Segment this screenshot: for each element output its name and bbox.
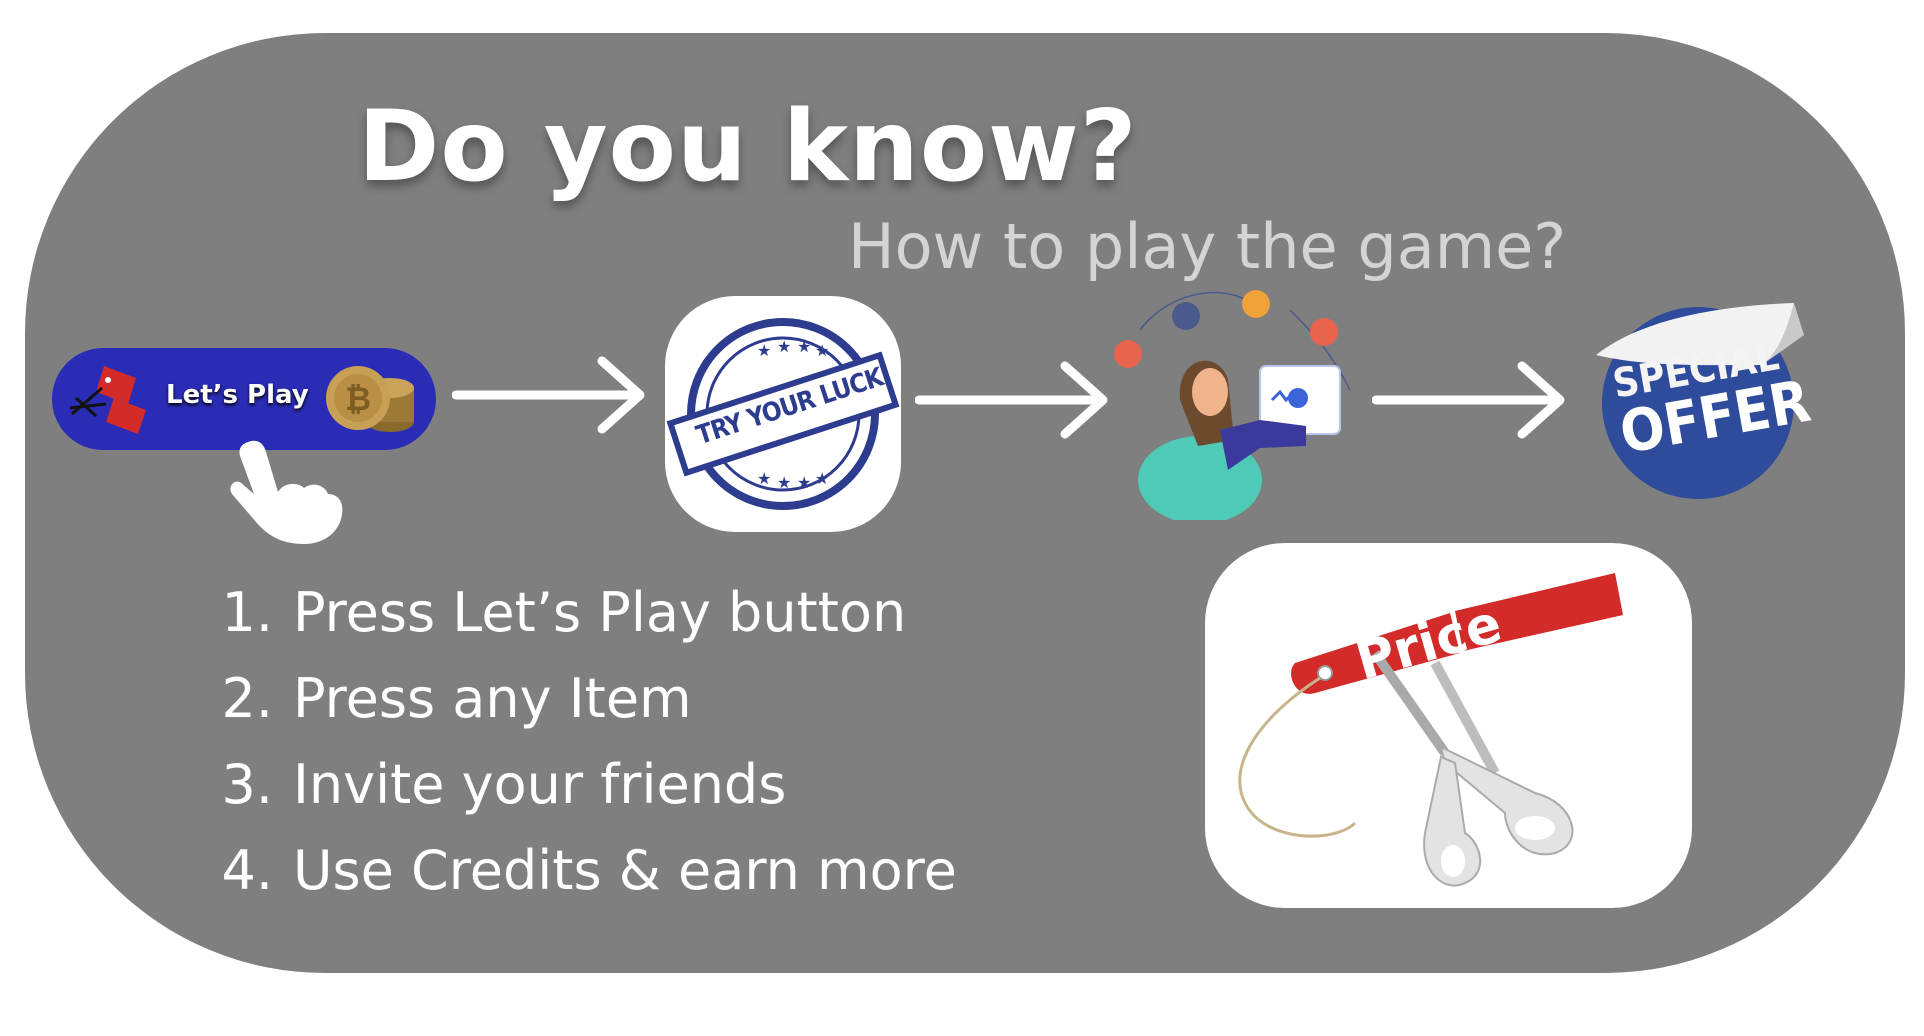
arrow-right-icon bbox=[1372, 361, 1565, 439]
coin-stack-icon: ₿ bbox=[326, 366, 414, 432]
list-item: 4. Use Credits & earn more bbox=[221, 839, 957, 902]
infographic: Do you know? How to play the game? Let’s… bbox=[0, 0, 1924, 1036]
svg-text:★: ★ bbox=[757, 341, 771, 360]
invite-friends-icon bbox=[1114, 290, 1351, 520]
svg-text:★: ★ bbox=[815, 469, 829, 488]
list-item: 1. Press Let’s Play button bbox=[221, 581, 907, 644]
page-title: Do you know? bbox=[358, 90, 1138, 204]
svg-text:★: ★ bbox=[797, 473, 811, 492]
svg-text:★: ★ bbox=[815, 341, 829, 360]
svg-text:★: ★ bbox=[757, 469, 771, 488]
arrow-right-icon bbox=[915, 361, 1108, 439]
lets-play-button[interactable]: Let’s Play ₿ bbox=[52, 348, 436, 450]
arrow-right-icon bbox=[452, 356, 645, 434]
lets-play-label: Let’s Play bbox=[166, 380, 309, 410]
svg-text:★: ★ bbox=[797, 337, 811, 356]
price-cut-card: Price bbox=[1205, 543, 1692, 908]
svg-text:★: ★ bbox=[777, 337, 791, 356]
list-item: 3. Invite your friends bbox=[221, 753, 787, 816]
svg-text:★: ★ bbox=[777, 473, 791, 492]
svg-text:₿: ₿ bbox=[345, 380, 371, 418]
price-tag-icon bbox=[69, 366, 146, 434]
try-your-luck-card[interactable]: ★ ★ ★ ★ ★ ★ ★ ★ TRY YOUR LUCK bbox=[665, 296, 901, 532]
steps-list: 1. Press Let’s Play button 2. Press any It… bbox=[205, 570, 957, 914]
pointing-hand-icon bbox=[230, 440, 343, 544]
price-tag-scissors-icon bbox=[1238, 573, 1623, 887]
list-item: 2. Press any Item bbox=[221, 667, 692, 730]
